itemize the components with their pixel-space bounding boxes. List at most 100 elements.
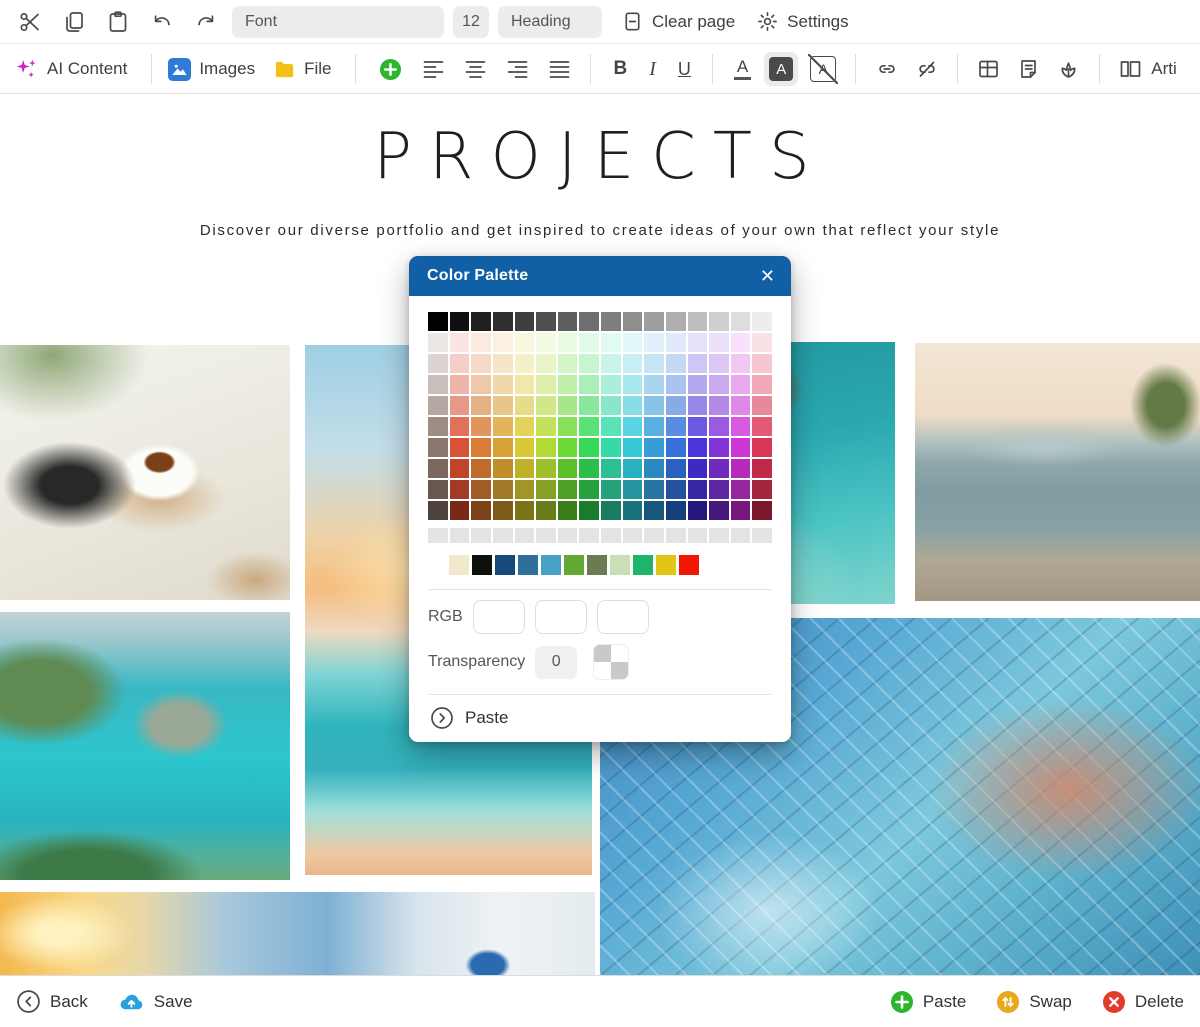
empty-swatch[interactable] [731, 528, 751, 543]
palette-swatch[interactable] [558, 459, 578, 478]
bold-button[interactable]: B [613, 58, 627, 80]
empty-swatch[interactable] [579, 528, 599, 543]
palette-swatch[interactable] [450, 312, 470, 331]
palette-swatch[interactable] [623, 333, 643, 352]
palette-swatch[interactable] [579, 501, 599, 520]
ai-content-button[interactable]: AI Content [14, 57, 127, 82]
palette-swatch[interactable] [450, 417, 470, 436]
palette-swatch[interactable] [450, 333, 470, 352]
palette-swatch[interactable] [731, 417, 751, 436]
palette-swatch[interactable] [644, 312, 664, 331]
palette-swatch[interactable] [709, 333, 729, 352]
palette-swatch[interactable] [428, 354, 448, 373]
palette-swatch[interactable] [752, 459, 772, 478]
empty-swatch[interactable] [666, 528, 686, 543]
palette-swatch[interactable] [493, 501, 513, 520]
recent-color-swatch[interactable] [449, 555, 469, 575]
palette-swatch[interactable] [493, 312, 513, 331]
align-left-button[interactable] [421, 58, 446, 80]
empty-swatch[interactable] [515, 528, 535, 543]
close-icon[interactable]: ✕ [760, 267, 775, 285]
palette-swatch[interactable] [428, 375, 448, 394]
palette-swatch[interactable] [428, 396, 448, 415]
palette-swatch[interactable] [709, 480, 729, 499]
palette-swatch[interactable] [601, 501, 621, 520]
palette-swatch[interactable] [623, 438, 643, 457]
clear-page-button[interactable]: Clear page [621, 10, 735, 33]
palette-swatch[interactable] [471, 459, 491, 478]
palette-swatch[interactable] [471, 333, 491, 352]
palette-swatch[interactable] [731, 333, 751, 352]
palette-swatch[interactable] [471, 438, 491, 457]
add-button[interactable] [379, 58, 402, 81]
gallery-photo-lagoon-cliffs[interactable] [0, 612, 290, 880]
palette-swatch[interactable] [450, 396, 470, 415]
rgb-g-input[interactable] [535, 600, 587, 634]
palette-swatch[interactable] [558, 354, 578, 373]
palette-swatch[interactable] [450, 501, 470, 520]
palette-swatch[interactable] [579, 480, 599, 499]
palette-swatch[interactable] [752, 312, 772, 331]
palette-swatch[interactable] [558, 375, 578, 394]
palette-swatch[interactable] [601, 312, 621, 331]
empty-swatch[interactable] [752, 528, 772, 543]
palette-swatch[interactable] [471, 375, 491, 394]
palette-swatch[interactable] [601, 438, 621, 457]
palette-swatch[interactable] [493, 459, 513, 478]
palette-swatch[interactable] [688, 375, 708, 394]
palette-swatch[interactable] [601, 333, 621, 352]
palette-swatch[interactable] [515, 438, 535, 457]
save-button[interactable]: Save [118, 989, 193, 1014]
palette-swatch[interactable] [666, 354, 686, 373]
insert-table-button[interactable] [976, 57, 1001, 81]
gallery-photo-infinity-pool[interactable] [915, 343, 1200, 601]
palette-swatch[interactable] [558, 438, 578, 457]
align-right-button[interactable] [505, 58, 530, 80]
palette-swatch[interactable] [471, 501, 491, 520]
empty-swatch[interactable] [450, 528, 470, 543]
palette-swatch[interactable] [450, 375, 470, 394]
palette-swatch[interactable] [515, 459, 535, 478]
note-button[interactable] [1016, 57, 1041, 81]
palette-swatch[interactable] [731, 312, 751, 331]
palette-swatch[interactable] [709, 354, 729, 373]
empty-swatch[interactable] [623, 528, 643, 543]
delete-button[interactable]: Delete [1102, 990, 1184, 1014]
italic-button[interactable]: I [649, 58, 656, 81]
palette-swatch[interactable] [536, 375, 556, 394]
palette-swatch[interactable] [579, 375, 599, 394]
article-layout-button[interactable]: Arti [1118, 57, 1177, 81]
palette-swatch[interactable] [644, 417, 664, 436]
palette-swatch[interactable] [666, 396, 686, 415]
palette-swatch[interactable] [471, 312, 491, 331]
empty-swatch[interactable] [493, 528, 513, 543]
palette-swatch[interactable] [666, 459, 686, 478]
transparency-value[interactable]: 0 [535, 646, 577, 679]
palette-swatch[interactable] [536, 501, 556, 520]
palette-swatch[interactable] [515, 312, 535, 331]
palette-swatch[interactable] [601, 459, 621, 478]
palette-swatch[interactable] [601, 417, 621, 436]
clear-highlight-button[interactable]: A [810, 56, 836, 82]
palette-swatch[interactable] [515, 396, 535, 415]
paste-action-button[interactable]: Paste [890, 990, 966, 1014]
palette-swatch[interactable] [428, 459, 448, 478]
palette-swatch[interactable] [471, 417, 491, 436]
palette-swatch[interactable] [515, 501, 535, 520]
recent-color-swatch[interactable] [518, 555, 538, 575]
palette-swatch[interactable] [752, 396, 772, 415]
palette-swatch[interactable] [666, 375, 686, 394]
palette-swatch[interactable] [752, 417, 772, 436]
redo-button[interactable] [194, 10, 218, 34]
palette-swatch[interactable] [752, 354, 772, 373]
palette-swatch[interactable] [579, 333, 599, 352]
undo-button[interactable] [150, 10, 174, 34]
palette-swatch[interactable] [558, 480, 578, 499]
palette-swatch[interactable] [688, 312, 708, 331]
palette-swatch[interactable] [752, 501, 772, 520]
palette-swatch[interactable] [666, 480, 686, 499]
palette-swatch[interactable] [709, 396, 729, 415]
palette-swatch[interactable] [515, 354, 535, 373]
highlight-color-button[interactable]: A [764, 52, 798, 86]
palette-swatch[interactable] [493, 354, 513, 373]
